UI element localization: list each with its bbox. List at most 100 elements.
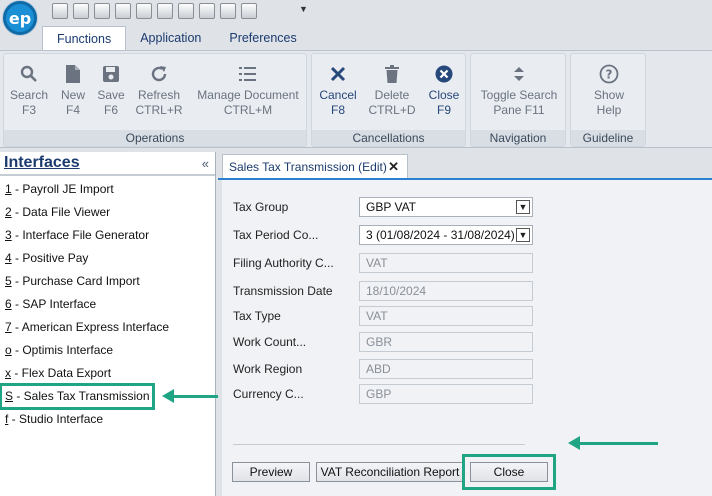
interfaces-panel: Interfaces « 1 - Payroll JE Import 2 - D… [0,152,216,496]
filing-authority-value: VAT [366,256,388,270]
document-icon[interactable] [157,3,173,19]
refresh-shortcut: CTRL+R [135,103,183,117]
delete-label: Delete [374,88,410,102]
ribbon: Search F3 New F4 Save F6 Refresh CTRL+R [0,50,712,148]
refresh-button[interactable]: Refresh CTRL+R [134,60,184,118]
item-label: - American Express Interface [11,320,170,334]
interface-item-payroll-je-import[interactable]: 1 - Payroll JE Import [0,178,215,201]
work-country-label: Work Count... [233,335,307,349]
item-key: S [5,389,14,403]
item-label: - Purchase Card Import [11,274,140,288]
interface-item-purchase-card-import[interactable]: 5 - Purchase Card Import [0,270,215,293]
currency-label: Currency C... [233,387,304,401]
item-key: 3 [5,228,12,242]
show-help-button[interactable]: ? Show Help [575,60,643,118]
tax-type-field: VAT [359,306,533,326]
tax-type-value: VAT [366,309,388,323]
tax-period-label: Tax Period Co... [233,228,319,242]
item-key: 7 [5,320,12,334]
flow-icon[interactable] [220,3,236,19]
collapse-panel-icon[interactable]: « [202,156,209,171]
quick-access-dropdown-icon[interactable]: ▼ [299,4,308,14]
manage-document-icon [194,60,302,88]
search-button[interactable]: Search F3 [8,60,50,118]
mail-icon[interactable] [73,3,89,19]
tab-preferences[interactable]: Preferences [215,26,310,50]
close-tab-icon[interactable]: ✕ [388,159,399,175]
guideline-group: ? Show Help Guideline [570,53,646,147]
app-logo[interactable]: ep [3,1,37,35]
cancellations-group-label: Cancellations [312,130,465,146]
interface-item-positive-pay[interactable]: 4 - Positive Pay [0,247,215,270]
search-icon [8,60,50,88]
tab-application[interactable]: Application [126,26,215,50]
toggle-arrows-icon [475,60,563,88]
item-label: - SAP Interface [11,297,97,311]
notepad-icon[interactable] [52,3,68,19]
close-button[interactable]: Close [462,454,556,490]
manage-document-label: Manage Document [197,88,299,102]
navigation-group: Toggle Search Pane F11 Navigation [470,53,566,147]
stamp-icon[interactable] [178,3,194,19]
trash-icon [368,60,416,88]
new-button[interactable]: New F4 [56,60,90,118]
tax-group-select[interactable]: GBP VAT ▼ [359,197,533,217]
work-country-value: GBR [366,335,393,349]
svg-text:?: ? [606,68,613,82]
tax-type-row: Tax Type VAT [233,306,533,326]
document-tab[interactable]: Sales Tax Transmission (Edit) ✕ [222,154,408,178]
interface-item-american-express-interface[interactable]: 7 - American Express Interface [0,316,215,339]
interfaces-divider [0,174,215,176]
quick-access-icons [52,3,257,19]
tax-period-row: Tax Period Co... 3 (01/08/2024 - 31/08/2… [233,225,533,245]
tax-period-select[interactable]: 3 (01/08/2024 - 31/08/2024) ▼ [359,225,533,245]
work-region-field: ABD [359,359,533,379]
cancel-shortcut: F8 [330,103,345,117]
search-label: Search [9,88,49,102]
interface-item-studio-interface[interactable]: f - Studio Interface [0,408,215,431]
work-region-value: ABD [366,362,391,376]
work-region-row: Work Region ABD [233,359,533,379]
chevron-down-icon[interactable]: ▼ [516,200,530,214]
new-document-icon [56,60,90,88]
close-ribbon-shortcut: F9 [436,103,451,117]
interface-item-interface-file-generator[interactable]: 3 - Interface File Generator [0,224,215,247]
delete-button[interactable]: Delete CTRL+D [368,60,416,118]
item-key: 4 [5,251,12,265]
edit-icon[interactable] [241,3,257,19]
interface-item-sales-tax-transmission[interactable]: S - Sales Tax Transmission [0,383,155,410]
save-button[interactable]: Save F6 [96,60,126,118]
interface-item-optimis-interface[interactable]: o - Optimis Interface [0,339,215,362]
folder-icon[interactable] [115,3,131,19]
item-label: - Flex Data Export [11,366,112,380]
cancellations-group: Cancel F8 Delete CTRL+D Close F9 Cancell… [311,53,466,147]
logo-text: ep [8,8,32,28]
item-key: 6 [5,297,12,311]
interface-item-sap-interface[interactable]: 6 - SAP Interface [0,293,215,316]
tax-group-value: GBP VAT [366,200,417,214]
books-icon[interactable] [136,3,152,19]
navigation-group-label: Navigation [471,130,565,146]
preview-button[interactable]: Preview [232,462,310,482]
item-label: - Payroll JE Import [11,182,114,196]
calendar-icon[interactable] [199,3,215,19]
toggle-search-pane-button[interactable]: Toggle Search Pane F11 [475,60,563,118]
transmission-date-field: 18/10/2024 [359,281,533,301]
vat-reconciliation-report-button[interactable]: VAT Reconciliation Report [316,462,464,482]
interface-item-flex-data-export[interactable]: x - Flex Data Export [0,362,215,385]
monitor-icon[interactable] [94,3,110,19]
ribbon-tabs: Functions Application Preferences [42,26,311,50]
help-icon: ? [575,60,643,88]
guideline-group-label: Guideline [571,130,645,146]
manage-document-button[interactable]: Manage Document CTRL+M [194,60,302,118]
chevron-down-icon[interactable]: ▼ [516,228,530,242]
cancel-label: Cancel [319,88,357,102]
close-circle-icon [424,60,464,88]
delete-shortcut: CTRL+D [368,103,416,117]
close-ribbon-label: Close [428,88,460,102]
interface-item-data-file-viewer[interactable]: 2 - Data File Viewer [0,201,215,224]
show-help-shortcut: Help [596,103,622,117]
tab-functions[interactable]: Functions [42,26,127,50]
close-ribbon-button[interactable]: Close F9 [424,60,464,118]
cancel-button[interactable]: Cancel F8 [318,60,358,118]
